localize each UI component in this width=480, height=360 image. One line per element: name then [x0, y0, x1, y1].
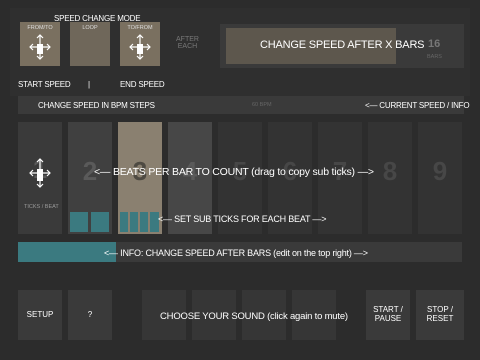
bpm-current-value: 60 BPM	[252, 102, 272, 108]
beats-per-bar-label: <— BEATS PER BAR TO COUNT (drag to copy …	[94, 166, 374, 178]
beat-column-3[interactable]: 3	[118, 122, 162, 234]
choose-sound-label: CHOOSE YOUR SOUND (click again to mute)	[160, 311, 348, 322]
speed-change-mode-label: SPEED CHANGE MODE	[54, 14, 141, 23]
sub-tick[interactable]	[120, 212, 128, 232]
to-from-label: TO/FROM	[127, 25, 153, 31]
stop-reset-label: STOP / RESET	[426, 305, 454, 323]
beat-column-2[interactable]: 2	[68, 122, 112, 234]
bars-progress: <— INFO: CHANGE SPEED AFTER BARS (edit o…	[18, 242, 462, 262]
bars-progress-fill	[18, 242, 116, 262]
setup-button[interactable]: SETUP	[18, 290, 62, 340]
bpm-steps-label: CHANGE SPEED IN BPM STEPS	[38, 101, 155, 110]
change-speed-after-bars-label: CHANGE SPEED AFTER X BARS	[260, 39, 425, 51]
beat-number: 9	[432, 156, 448, 186]
help-button[interactable]: ?	[68, 290, 112, 340]
move-arrows-icon	[129, 34, 151, 60]
ticks-per-beat-label: TICKS / BEAT	[24, 204, 59, 210]
bars-unit: BARS	[427, 54, 442, 60]
sub-tick[interactable]	[130, 212, 138, 232]
beat-number: 8	[382, 156, 398, 186]
from-to-label: FROM/TO	[27, 25, 53, 31]
start-speed-label: START SPEED	[18, 80, 71, 89]
loop-button[interactable]: LOOP	[70, 22, 110, 66]
help-label: ?	[87, 309, 93, 319]
move-arrows-icon	[29, 158, 51, 188]
loop-label: LOOP	[82, 25, 98, 31]
start-pause-button[interactable]: START / PAUSE	[366, 290, 410, 340]
sub-tick[interactable]	[140, 212, 148, 232]
info-change-speed-label: <— INFO: CHANGE SPEED AFTER BARS (edit o…	[104, 248, 368, 258]
bars-selector[interactable]: CHANGE SPEED AFTER X BARS 16 BARS	[220, 24, 464, 68]
sub-tick[interactable]	[91, 212, 109, 232]
beat-column-1[interactable]: 1 TICKS / BEAT	[18, 122, 62, 234]
beat-column-8[interactable]: 8	[368, 122, 412, 234]
move-arrows-icon	[29, 34, 51, 60]
from-to-button[interactable]: FROM/TO	[20, 22, 60, 66]
separator-label: |	[88, 80, 90, 89]
to-from-button[interactable]: TO/FROM	[120, 22, 160, 66]
current-speed-info-label: <— CURRENT SPEED / INFO	[365, 101, 470, 110]
end-speed-label: END SPEED	[120, 80, 165, 89]
bars-value: 16	[428, 38, 441, 50]
start-pause-label: START / PAUSE	[373, 305, 403, 323]
bpm-bar[interactable]: CHANGE SPEED IN BPM STEPS 60 BPM <— CURR…	[18, 96, 470, 114]
sub-ticks-label: <— SET SUB TICKS FOR EACH BEAT —>	[158, 214, 327, 224]
beat-column-9[interactable]: 9	[418, 122, 462, 234]
after-each-label: AFTER EACH	[176, 36, 199, 50]
setup-label: SETUP	[26, 309, 54, 319]
sub-tick[interactable]	[70, 212, 88, 232]
stop-reset-button[interactable]: STOP / RESET	[416, 290, 464, 340]
